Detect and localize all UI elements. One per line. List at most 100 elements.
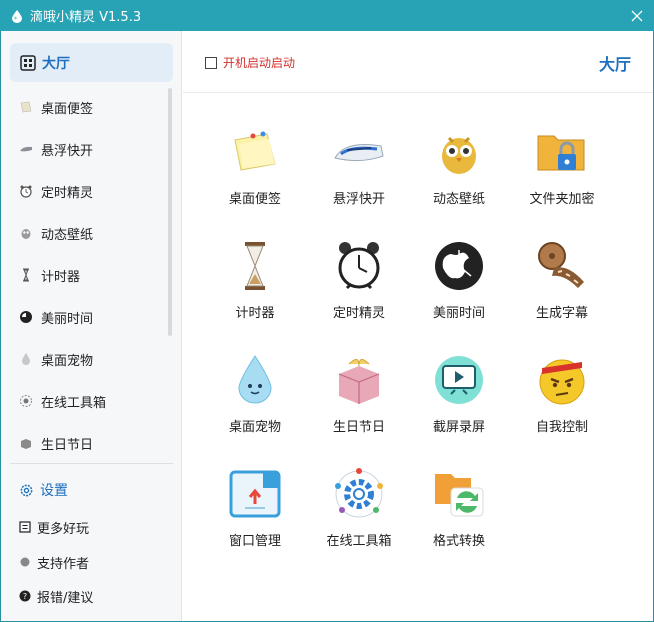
more-fun-label: 更多好玩 bbox=[37, 521, 90, 537]
gear-icon bbox=[20, 484, 33, 496]
sidebar-scrollbar[interactable] bbox=[168, 88, 172, 336]
more-fun-link[interactable]: 更多好玩 bbox=[19, 516, 89, 538]
tile-quick-launch[interactable]: 悬浮快开 bbox=[309, 124, 409, 214]
sticky-note-icon bbox=[234, 131, 276, 171]
sidebar-item-label: 计时器 bbox=[41, 269, 81, 285]
gear-ring-icon bbox=[19, 394, 33, 408]
clock-icon bbox=[19, 310, 33, 324]
support-author-label: 支持作者 bbox=[37, 556, 90, 572]
alarm-clock-icon bbox=[338, 242, 380, 290]
tile-label: 窗口管理 bbox=[228, 534, 281, 549]
sidebar-item-stopwatch[interactable]: 计时器 bbox=[1, 254, 171, 296]
grid-icon bbox=[20, 54, 36, 71]
tile-subtitles[interactable]: 生成字幕 bbox=[512, 238, 612, 328]
gift-box-icon bbox=[338, 359, 380, 404]
sidebar-item-desktop-pet[interactable]: 桌面宠物 bbox=[1, 338, 171, 380]
toolbox-gear-icon bbox=[335, 468, 383, 518]
report-feedback-label: 报错/建议 bbox=[37, 590, 94, 606]
page-title: 大厅 bbox=[598, 55, 631, 74]
support-author-link[interactable]: 支持作者 bbox=[19, 551, 89, 573]
sidebar-item-label: 在线工具箱 bbox=[41, 395, 107, 411]
sidebar-item-label: 桌面宠物 bbox=[41, 353, 94, 369]
tile-beautiful-time[interactable]: 美丽时间 bbox=[409, 238, 509, 328]
note-icon bbox=[19, 100, 33, 114]
sidebar-item-label: 动态壁纸 bbox=[41, 227, 94, 243]
tile-format-convert[interactable]: 格式转换 bbox=[409, 466, 509, 556]
tile-label: 动态壁纸 bbox=[432, 192, 485, 207]
tile-live-wallpaper[interactable]: 动态壁纸 bbox=[409, 124, 509, 214]
window-body: 大厅 桌面便签 悬浮快开 定时精灵 动态壁纸 计时器 美丽时间 桌面宠物 在线工… bbox=[0, 31, 654, 622]
settings-label: 设置 bbox=[40, 483, 68, 499]
owl-icon bbox=[19, 226, 33, 240]
format-convert-icon bbox=[435, 474, 484, 517]
tile-desktop-pet[interactable]: 桌面宠物 bbox=[205, 352, 305, 442]
angry-face-icon bbox=[539, 359, 585, 405]
sidebar-item-label: 美丽时间 bbox=[41, 311, 94, 327]
tile-birthdays[interactable]: 生日节日 bbox=[309, 352, 409, 442]
window-title: 滴哦小精灵 V1.5.3 bbox=[30, 10, 142, 25]
alarm-icon bbox=[19, 184, 33, 198]
tile-stopwatch[interactable]: 计时器 bbox=[205, 238, 305, 328]
report-feedback-link[interactable]: ? 报错/建议 bbox=[19, 585, 93, 607]
sidebar-divider bbox=[10, 463, 173, 464]
title-bar: 滴哦小精灵 V1.5.3 bbox=[0, 0, 654, 31]
main-panel: 开机启动启动 大厅 桌面便签 悬浮快开 动态壁纸 文件夹加密 计时器 定时精灵 … bbox=[183, 31, 653, 621]
gift-icon bbox=[19, 436, 33, 450]
window-manage-icon bbox=[229, 470, 281, 518]
app-droplet-icon bbox=[12, 9, 22, 23]
droplet-icon bbox=[19, 352, 33, 366]
apple-clock-icon bbox=[435, 242, 483, 290]
tile-label: 自我控制 bbox=[535, 420, 588, 435]
tile-label: 桌面宠物 bbox=[228, 420, 281, 435]
sidebar-item-beautiful-time[interactable]: 美丽时间 bbox=[1, 296, 171, 338]
sidebar-item-label: 定时精灵 bbox=[41, 185, 94, 201]
water-drop-icon bbox=[238, 355, 272, 404]
bullet-train-icon bbox=[334, 144, 384, 162]
tile-label: 桌面便签 bbox=[228, 192, 281, 207]
tile-label: 计时器 bbox=[235, 306, 275, 321]
screen-record-icon bbox=[435, 356, 483, 404]
sidebar-item-timer-sprite[interactable]: 定时精灵 bbox=[1, 170, 171, 212]
tile-desktop-notes[interactable]: 桌面便签 bbox=[205, 124, 305, 214]
sidebar-item-live-wallpaper[interactable]: 动态壁纸 bbox=[1, 212, 171, 254]
dot-icon bbox=[19, 556, 31, 568]
header-divider bbox=[183, 92, 653, 93]
close-button[interactable] bbox=[620, 0, 654, 31]
tile-window-manage[interactable]: 窗口管理 bbox=[205, 466, 305, 556]
sidebar-item-birthdays[interactable]: 生日节日 bbox=[1, 422, 171, 464]
sidebar-item-quick-launch[interactable]: 悬浮快开 bbox=[1, 128, 171, 170]
tile-label: 截屏录屏 bbox=[432, 420, 485, 435]
locked-folder-icon bbox=[537, 135, 585, 171]
sidebar-item-lobby[interactable]: 大厅 bbox=[10, 43, 173, 82]
menu-square-icon bbox=[19, 521, 31, 533]
autostart-label: 开机启动启动 bbox=[223, 56, 296, 70]
sidebar: 大厅 桌面便签 悬浮快开 定时精灵 动态壁纸 计时器 美丽时间 桌面宠物 在线工… bbox=[1, 31, 182, 621]
autostart-checkbox-row[interactable]: 开机启动启动 bbox=[205, 54, 295, 71]
tile-self-control[interactable]: 自我控制 bbox=[512, 352, 612, 442]
close-icon bbox=[631, 10, 643, 21]
sidebar-item-label: 桌面便签 bbox=[41, 101, 94, 117]
owl-icon bbox=[442, 136, 476, 174]
tile-online-toolbox[interactable]: 在线工具箱 bbox=[309, 466, 409, 556]
tile-timer-sprite[interactable]: 定时精灵 bbox=[309, 238, 409, 328]
svg-text:?: ? bbox=[23, 592, 27, 601]
sidebar-item-desktop-notes[interactable]: 桌面便签 bbox=[1, 86, 171, 128]
tile-label: 悬浮快开 bbox=[332, 192, 385, 207]
sidebar-item-label: 生日节日 bbox=[41, 437, 94, 453]
sidebar-item-label: 大厅 bbox=[42, 55, 70, 72]
tile-screen-record[interactable]: 截屏录屏 bbox=[409, 352, 509, 442]
hourglass-icon bbox=[245, 242, 265, 290]
settings-link[interactable]: 设置 bbox=[19, 478, 68, 502]
sidebar-item-online-toolbox[interactable]: 在线工具箱 bbox=[1, 380, 171, 422]
sidebar-nav: 桌面便签 悬浮快开 定时精灵 动态壁纸 计时器 美丽时间 桌面宠物 在线工具箱 … bbox=[1, 86, 171, 464]
tile-label: 美丽时间 bbox=[432, 306, 485, 321]
sidebar-item-label: 悬浮快开 bbox=[41, 143, 94, 159]
question-icon: ? bbox=[19, 590, 31, 602]
film-reel-icon bbox=[538, 242, 584, 288]
tile-label: 文件夹加密 bbox=[529, 192, 595, 207]
autostart-checkbox[interactable] bbox=[205, 56, 217, 69]
tile-label: 定时精灵 bbox=[332, 306, 385, 321]
hourglass-icon bbox=[19, 268, 33, 282]
tile-label: 格式转换 bbox=[432, 534, 485, 549]
tile-folder-encrypt[interactable]: 文件夹加密 bbox=[512, 124, 612, 214]
